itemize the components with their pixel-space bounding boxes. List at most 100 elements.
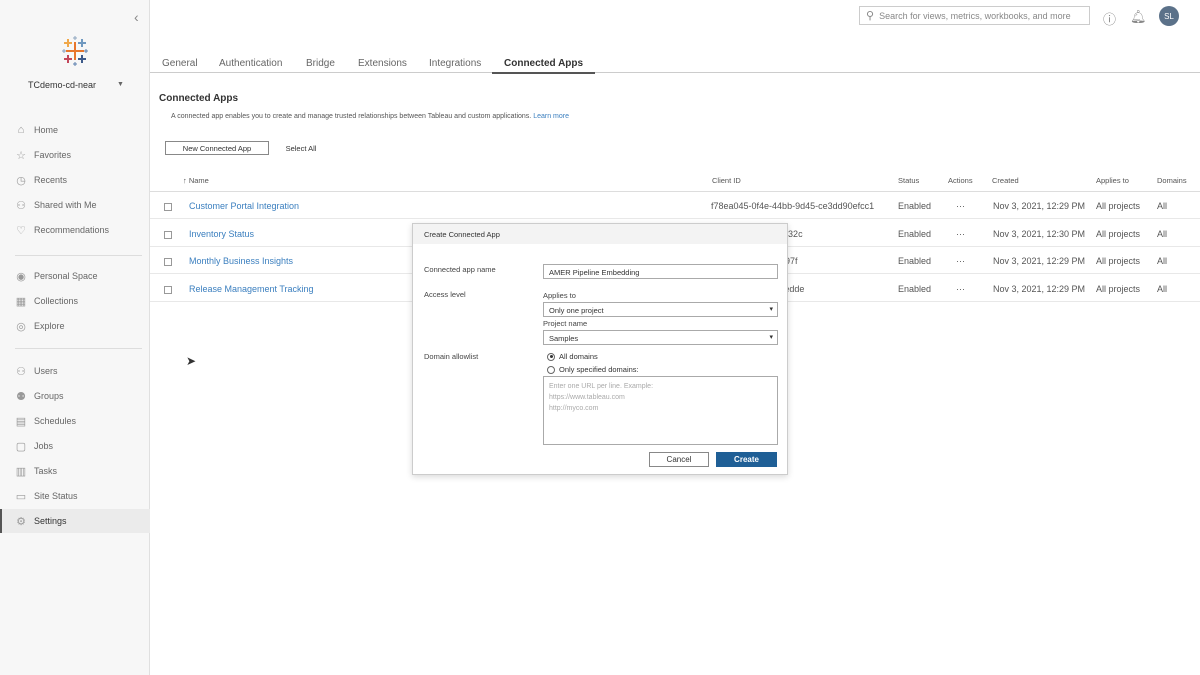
sidebar-item-recents[interactable]: ◷ Recents: [0, 168, 150, 192]
explore-icon: ◎: [16, 320, 26, 333]
domain-allowlist-label: Domain allowlist: [424, 352, 479, 361]
domains: All: [1157, 283, 1168, 294]
jobs-icon: ▢: [15, 440, 27, 453]
sidebar-item-label: Personal Space: [34, 271, 98, 281]
header-client-id[interactable]: Client ID: [712, 176, 741, 185]
header-name[interactable]: ↑ Name: [183, 176, 209, 185]
sidebar-item-label: Recents: [34, 175, 68, 185]
tableau-logo: [62, 36, 88, 66]
groups-icon: ⚉: [16, 390, 26, 403]
page-description: A connected app enables you to create an…: [171, 113, 569, 120]
search-placeholder: Search for views, metrics, workbooks, an…: [879, 10, 1071, 21]
project-name-select[interactable]: Samples: [543, 330, 778, 345]
actions-menu-icon[interactable]: ···: [956, 229, 965, 239]
select-all-button[interactable]: Select All: [280, 141, 322, 155]
site-dropdown-icon[interactable]: ▼: [117, 81, 124, 88]
radio-selected-icon: [547, 352, 555, 361]
sidebar-item-schedules[interactable]: ▤ Schedules: [0, 409, 150, 433]
sidebar-item-shared-with-me[interactable]: ⚇ Shared with Me: [0, 193, 150, 217]
sidebar-item-settings[interactable]: ⚙ Settings: [0, 509, 150, 533]
sidebar-item-label: Explore: [34, 321, 65, 331]
tab-integrations[interactable]: Integrations: [429, 58, 481, 69]
star-icon: ☆: [16, 149, 26, 162]
name-label: Connected app name: [424, 265, 496, 274]
applies-to: All projects: [1096, 228, 1141, 239]
collections-icon: ▦: [15, 295, 27, 308]
app-name-link[interactable]: Inventory Status: [189, 229, 254, 239]
users-icon: ⚇: [16, 365, 26, 378]
all-domains-radio[interactable]: All domains: [547, 352, 598, 361]
row-checkbox[interactable]: [164, 230, 172, 239]
sidebar-item-personal-space[interactable]: ◉ Personal Space: [0, 264, 150, 288]
applies-to: All projects: [1096, 256, 1141, 266]
sidebar-item-users[interactable]: ⚇ Users: [0, 359, 150, 383]
bell-icon[interactable]: 🔔︎: [1130, 9, 1147, 25]
applies-to: All projects: [1096, 201, 1141, 211]
site-name[interactable]: TCdemo-cd-near: [28, 80, 96, 90]
domains-textarea[interactable]: Enter one URL per line. Example: https:/…: [543, 376, 778, 445]
page-title: Connected Apps: [159, 93, 239, 104]
lightbulb-icon: ♡: [16, 224, 26, 237]
search-input[interactable]: ⚲ Search for views, metrics, workbooks, a…: [859, 6, 1090, 25]
sidebar-item-label: Recommendations: [34, 225, 110, 235]
sidebar-item-site-status[interactable]: ▭ Site Status: [0, 484, 150, 508]
sidebar-item-recommendations[interactable]: ♡ Recommendations: [0, 218, 150, 242]
sidebar-item-tasks[interactable]: ▥ Tasks: [0, 459, 150, 483]
specified-domains-radio[interactable]: Only specified domains:: [547, 365, 639, 374]
create-connected-app-dialog: Create Connected App Connected app name …: [412, 223, 788, 475]
sidebar-item-groups[interactable]: ⚉ Groups: [0, 384, 150, 408]
avatar[interactable]: SL: [1159, 6, 1179, 26]
settings-tabs: General Authentication Bridge Extensions…: [150, 56, 1200, 74]
sidebar-item-explore[interactable]: ◎ Explore: [0, 314, 150, 338]
header-domains[interactable]: Domains: [1157, 176, 1187, 185]
header-actions: Actions: [948, 176, 973, 185]
sidebar-item-home[interactable]: ⌂ Home: [0, 118, 150, 142]
app-name-link[interactable]: Monthly Business Insights: [189, 256, 293, 266]
tab-extensions[interactable]: Extensions: [358, 58, 407, 69]
search-icon: ⚲: [866, 10, 875, 22]
row-checkbox[interactable]: [164, 258, 172, 266]
sidebar-item-jobs[interactable]: ▢ Jobs: [0, 434, 150, 458]
app-name-link[interactable]: Customer Portal Integration: [189, 201, 299, 211]
tab-general[interactable]: General: [162, 58, 198, 69]
tasks-icon: ▥: [15, 465, 27, 478]
tab-connected-apps[interactable]: Connected Apps: [492, 58, 596, 74]
applies-to-label: Applies to: [543, 291, 576, 300]
create-button[interactable]: Create: [716, 452, 777, 467]
cancel-button[interactable]: Cancel: [649, 452, 709, 467]
actions-menu-icon[interactable]: ···: [956, 256, 965, 266]
tab-bridge[interactable]: Bridge: [306, 58, 335, 69]
status: Enabled: [898, 228, 932, 239]
actions-menu-icon[interactable]: ···: [956, 284, 965, 294]
app-name-link[interactable]: Release Management Tracking: [189, 284, 314, 294]
sidebar-item-collections[interactable]: ▦ Collections: [0, 289, 150, 313]
shared-icon: ⚇: [16, 199, 26, 212]
calendar-icon: ▤: [15, 415, 27, 428]
radio-icon: [547, 365, 555, 374]
sidebar-item-label: Collections: [34, 296, 79, 306]
row-checkbox[interactable]: [164, 203, 172, 211]
sidebar-item-favorites[interactable]: ☆ Favorites: [0, 143, 150, 167]
header-created[interactable]: Created: [992, 176, 1019, 185]
description-text: A connected app enables you to create an…: [171, 113, 532, 120]
help-icon[interactable]: ⓘ: [1103, 9, 1116, 28]
mouse-cursor-icon: ➤: [186, 354, 197, 368]
gear-icon: ⚙: [16, 515, 26, 528]
learn-more-link[interactable]: Learn more: [533, 113, 569, 120]
created: Nov 3, 2021, 12:30 PM: [993, 228, 1086, 239]
app-name-input[interactable]: AMER Pipeline Embedding: [543, 264, 778, 279]
radio-label: All domains: [559, 352, 598, 361]
sidebar: ‹ TCdemo-cd-near ▼ ⌂ Home ☆ Favorites ◷ Recen…: [0, 0, 150, 675]
tab-authentication[interactable]: Authentication: [219, 58, 282, 69]
domains: All: [1157, 256, 1168, 266]
sidebar-item-label: Groups: [34, 391, 64, 401]
header-applies-to[interactable]: Applies to: [1096, 176, 1129, 185]
actions-menu-icon[interactable]: ···: [956, 201, 965, 211]
collapse-sidebar-icon[interactable]: ‹: [134, 9, 139, 25]
new-connected-app-button[interactable]: New Connected App: [165, 141, 269, 155]
header-status[interactable]: Status: [898, 176, 919, 185]
applies-to-select[interactable]: Only one project: [543, 302, 778, 317]
sidebar-item-label: Favorites: [34, 150, 72, 160]
table-row[interactable]: Customer Portal Integration f78ea045-0f4…: [150, 192, 1200, 219]
row-checkbox[interactable]: [164, 285, 172, 294]
